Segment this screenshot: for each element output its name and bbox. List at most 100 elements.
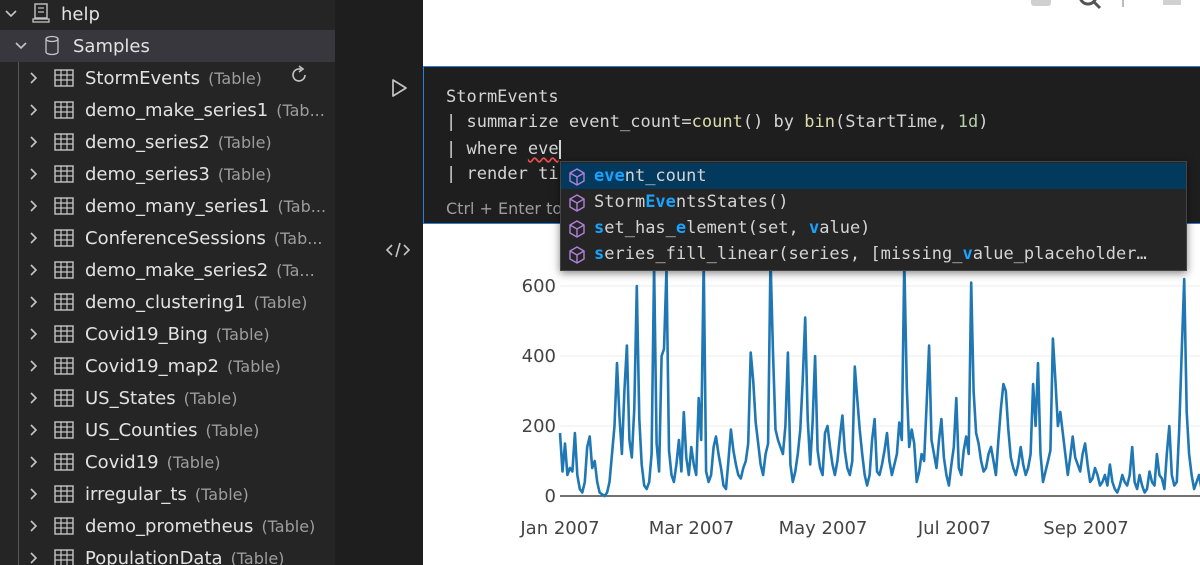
suggestion-text-part: alue_placeholder… (972, 244, 1147, 264)
code-line-4[interactable]: | render ti (446, 164, 559, 184)
chevron-right-icon[interactable] (27, 167, 41, 181)
suggestion-item[interactable]: series_fill_linear(series, [missing_valu… (561, 241, 1186, 267)
tree-item-table[interactable]: Covid19 (Table) (0, 446, 335, 478)
chevron-right-icon[interactable] (27, 199, 41, 213)
code-token: (StartTime, (834, 112, 958, 132)
table-name: demo_many_series1 (85, 195, 270, 217)
tree-item-help[interactable]: help (0, 0, 335, 30)
tree-item-table[interactable]: US_States (Table) (0, 382, 335, 414)
chevron-right-icon[interactable] (27, 327, 41, 341)
symbol-cube-icon (567, 245, 587, 270)
chevron-right-icon[interactable] (27, 263, 41, 277)
table-icon (54, 517, 74, 540)
chevron-right-icon[interactable] (27, 231, 41, 245)
tree-item-table[interactable]: Covid19_map2 (Table) (0, 350, 335, 382)
suggestion-text-part: v (808, 218, 820, 238)
table-icon (54, 261, 74, 284)
tree-item-table[interactable]: ConferenceSessions (Tab... (0, 222, 335, 254)
search-icon[interactable] (1078, 0, 1104, 14)
tree-item-table[interactable]: demo_series2 (Table) (0, 126, 335, 158)
run-cell-button[interactable] (387, 76, 411, 100)
x-tick-label: Jan 2007 (519, 518, 599, 539)
resize-icon[interactable] (1113, 0, 1133, 15)
database-icon (42, 35, 62, 62)
cell-gutter (335, 0, 423, 565)
chevron-right-icon[interactable] (27, 551, 41, 565)
chevron-down-icon[interactable] (4, 7, 18, 21)
chevron-right-icon[interactable] (27, 423, 41, 437)
table-name: Covid19_map2 (85, 355, 220, 377)
tree-item-table[interactable]: demo_series3 (Table) (0, 158, 335, 190)
suggestion-text-part: nt_count (624, 166, 707, 186)
chevron-right-icon[interactable] (27, 135, 41, 149)
tree-item-table[interactable]: demo_make_series2 (Ta... (0, 254, 335, 286)
code-token-number: 1d (957, 112, 979, 132)
y-tick-label: 600 (522, 276, 556, 297)
table-kind-hint: (Table) (217, 164, 272, 184)
chevron-right-icon[interactable] (27, 391, 41, 405)
suggestion-text-part: lement(set, (686, 218, 809, 238)
chevron-right-icon[interactable] (27, 359, 41, 373)
x-tick-label: Sep 2007 (1043, 518, 1128, 539)
table-icon (54, 101, 74, 124)
code-toggle-icon[interactable] (383, 238, 413, 262)
table-kind-hint: (Table) (227, 356, 281, 376)
table-icon (54, 133, 74, 156)
chevron-right-icon[interactable] (27, 487, 41, 501)
tree-item-table[interactable]: irregular_ts (Table) (0, 478, 335, 510)
table-kind-hint: (Table) (253, 292, 308, 312)
tree-item-samples-database[interactable]: Samples (0, 30, 335, 82)
y-tick-label: 200 (522, 416, 556, 437)
toolbar-icon[interactable] (1028, 0, 1054, 14)
tree-item-table[interactable]: demo_clustering1 (Table) (0, 286, 335, 318)
code-token-function: bin (804, 112, 835, 132)
tree-item-table[interactable]: demo_prometheus (Table) (0, 510, 335, 542)
table-kind-hint: (Table) (217, 132, 272, 152)
chevron-right-icon[interactable] (27, 519, 41, 533)
table-icon (54, 389, 74, 412)
code-line-1[interactable]: StormEvents (446, 87, 559, 107)
suggestion-item[interactable]: event_count (561, 163, 1186, 189)
code-line-3[interactable]: | where eve (446, 139, 561, 159)
table-name: Covid19_Bing (85, 323, 208, 345)
suggestion-text-part: eve (594, 166, 625, 186)
code-token: | summarize event_count= (446, 112, 692, 132)
table-name: ConferenceSessions (85, 227, 266, 249)
tree-item-table[interactable]: PopulationData (Table) (0, 542, 335, 565)
chevron-right-icon[interactable] (27, 71, 41, 85)
table-name: PopulationData (85, 547, 223, 565)
autocomplete-suggestions: event_count StormEventsStates() set_has_el… (560, 161, 1187, 271)
suggestion-text-part: Storm (594, 192, 646, 212)
tree-item-table[interactable]: demo_make_series1 (Tab... (0, 94, 335, 126)
code-line-2[interactable]: | summarize event_count=count() by bin(S… (446, 112, 989, 132)
object-explorer-sidebar: help Samples StormEvents (Table) demo_make… (0, 0, 335, 565)
table-icon (54, 229, 74, 252)
x-tick-label: May 2007 (779, 518, 868, 539)
code-token: () by (742, 112, 805, 132)
suggestion-item[interactable]: set_has_element(set, value) (561, 215, 1186, 241)
table-kind-hint: (Tab... (276, 100, 325, 120)
toolbar-icon[interactable] (1161, 0, 1185, 13)
suggestion-item[interactable]: StormEventsStates() (561, 189, 1186, 215)
tree-item-table[interactable]: StormEvents (Table) (0, 62, 335, 94)
chevron-right-icon[interactable] (27, 103, 41, 117)
code-token: | where (446, 139, 528, 159)
x-axis: Jan 2007 Mar 2007 May 2007 Jul 2007 Sep 2007… (519, 518, 1128, 539)
table-icon (54, 453, 74, 476)
suggestion-text-part: s (594, 244, 605, 264)
chevron-down-icon[interactable] (14, 39, 28, 53)
run-shortcut-hint: Ctrl + Enter to (446, 199, 563, 218)
tree-item-table[interactable]: US_Counties (Table) (0, 414, 335, 446)
series-line (558, 256, 1200, 498)
table-kind-hint: (Table) (166, 452, 221, 472)
suggestion-text-part: v (962, 244, 973, 264)
suggestion-text-part: et_has_ (604, 218, 676, 238)
y-tick-label: 0 (545, 486, 556, 507)
timechart: 0 200 400 600 Jan 2007 Mar 2007 May 2007 Jul 2… (519, 256, 1200, 539)
tree-item-table[interactable]: Covid19_Bing (Table) (0, 318, 335, 350)
table-name: irregular_ts (85, 483, 187, 505)
tree-item-table[interactable]: demo_many_series1 (Tab... (0, 190, 335, 222)
chevron-right-icon[interactable] (27, 455, 41, 469)
chevron-right-icon[interactable] (27, 295, 41, 309)
table-name: demo_clustering1 (85, 291, 246, 313)
